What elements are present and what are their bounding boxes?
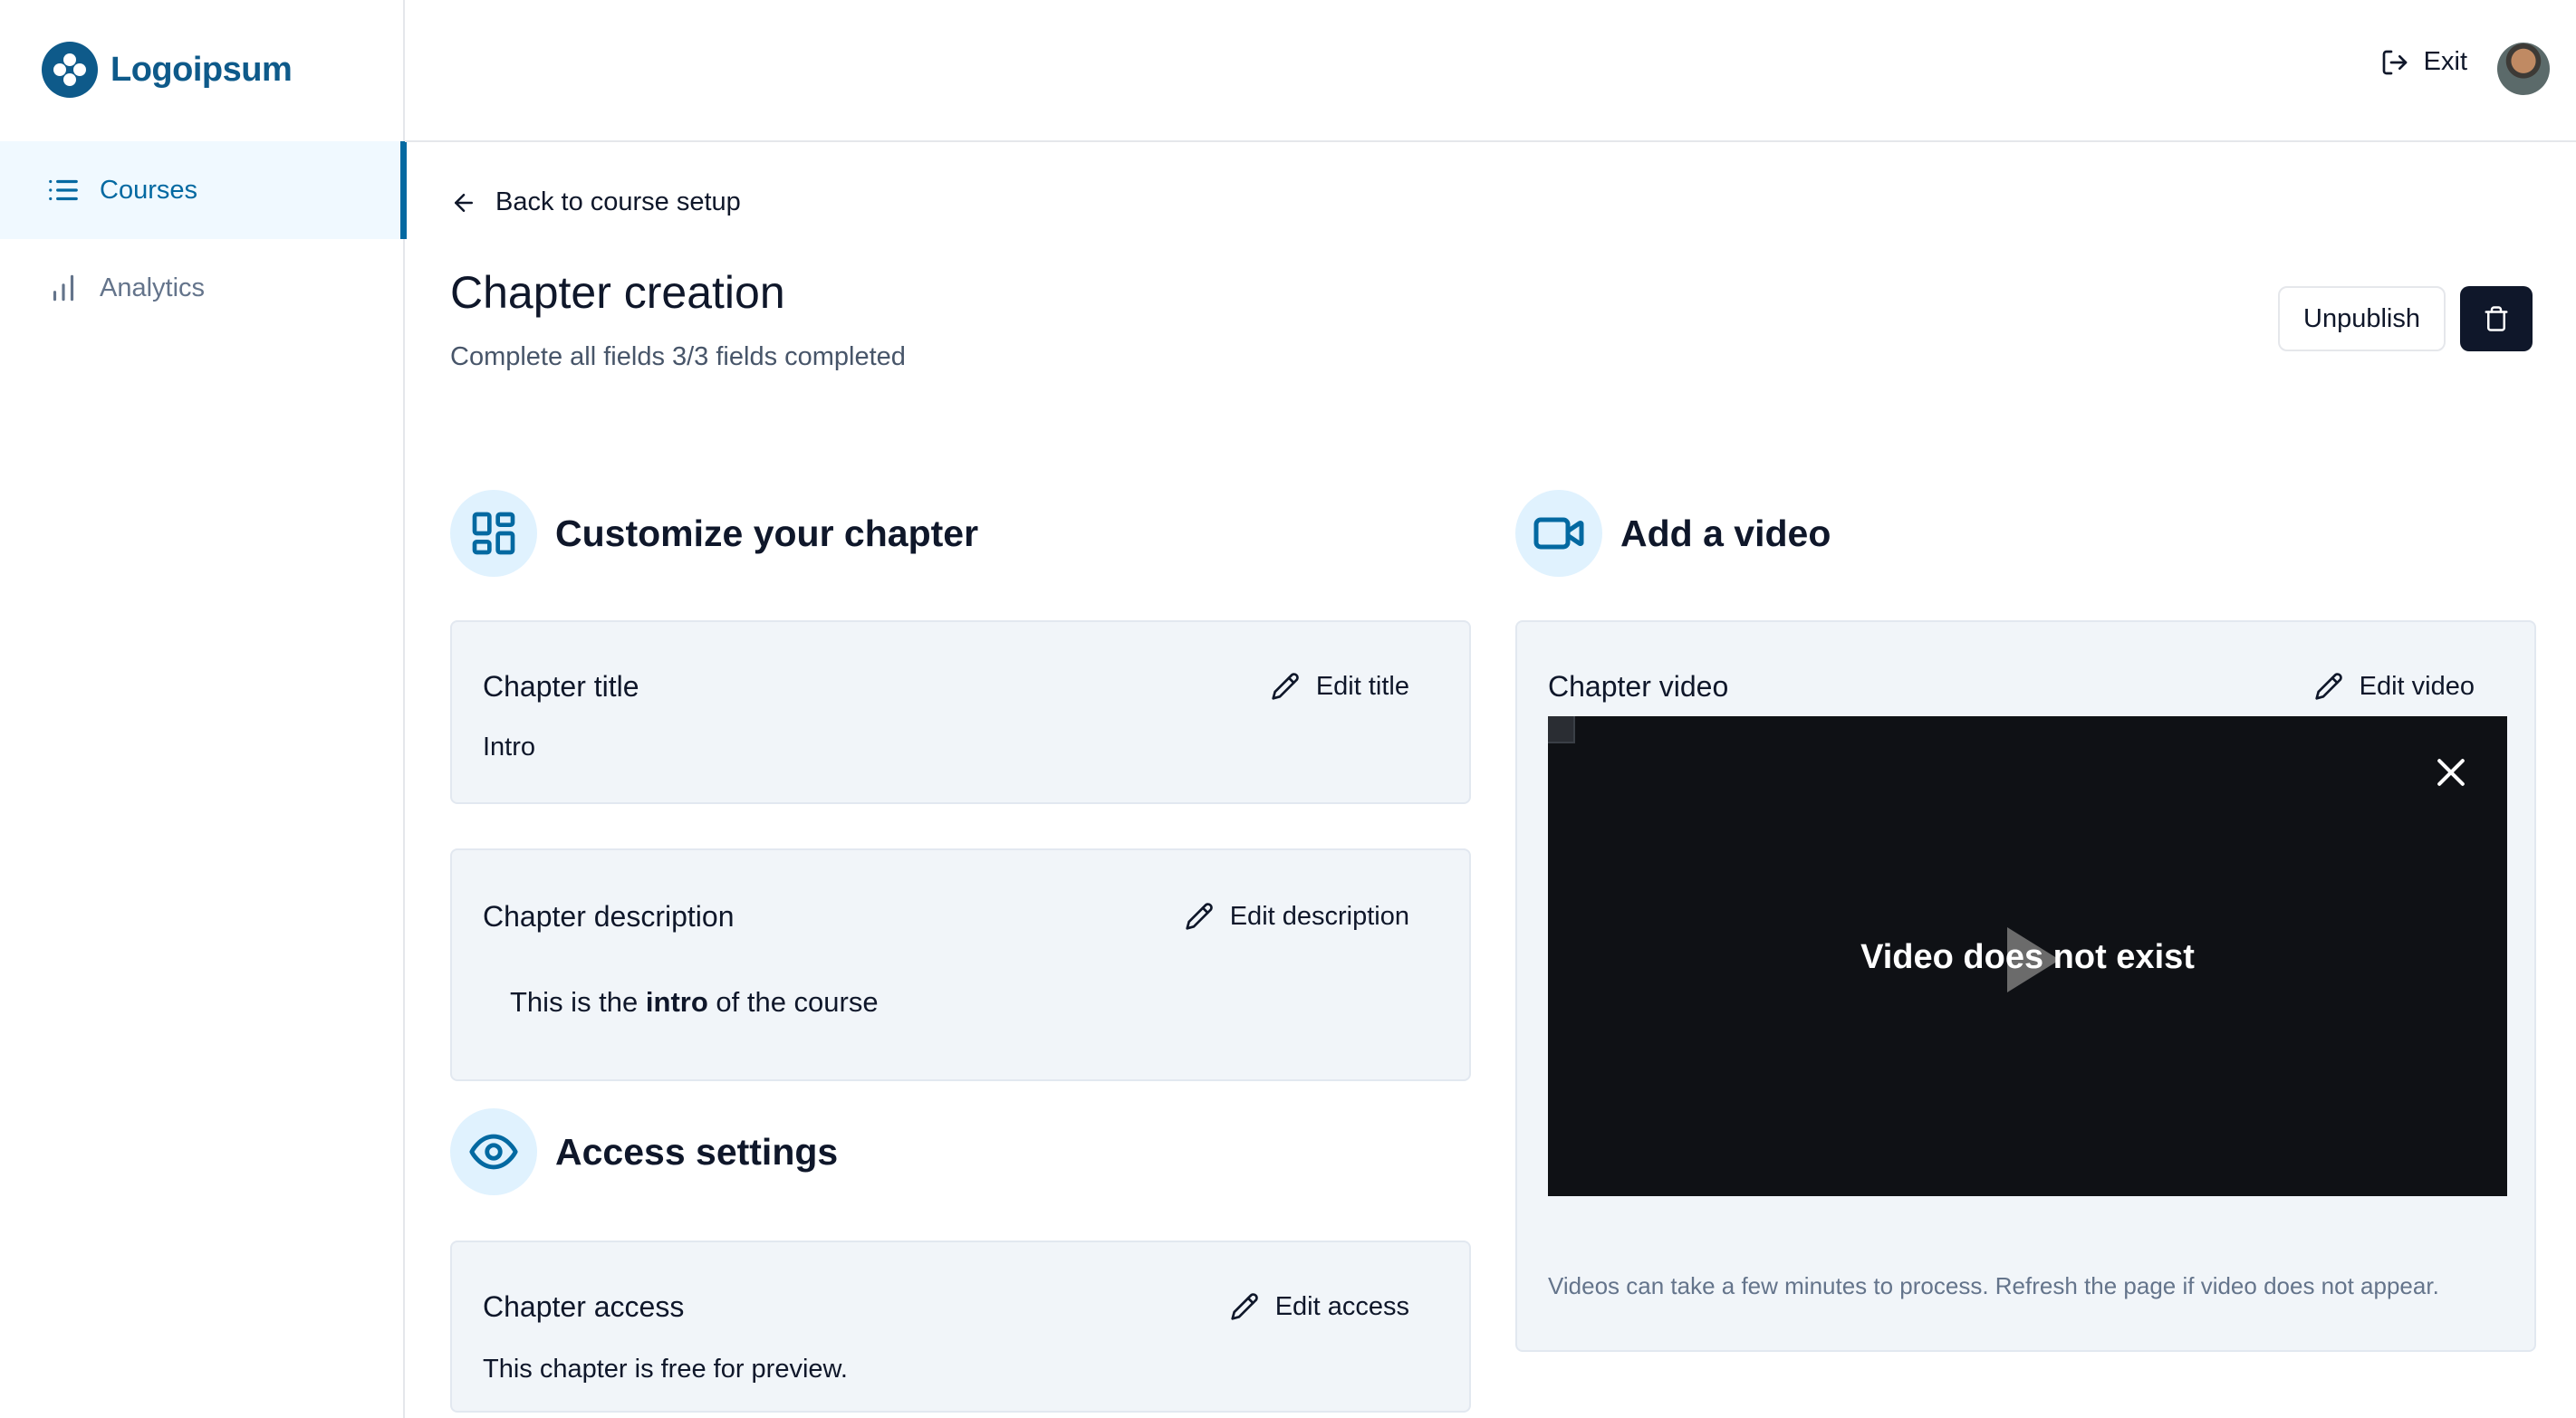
layout-dashboard-icon <box>450 490 537 577</box>
exit-label: Exit <box>2423 47 2467 76</box>
chapter-video-card: Chapter video Edit video Video does not … <box>1515 620 2536 1352</box>
back-label: Back to course setup <box>495 187 741 216</box>
edit-video-button[interactable]: Edit video <box>2314 672 2475 702</box>
card-header: Chapter description Edit description <box>483 894 1438 939</box>
chapter-description-card: Chapter description Edit description Thi… <box>450 848 1471 1081</box>
logo-icon <box>42 42 98 98</box>
back-to-course-setup-link[interactable]: Back to course setup <box>450 187 741 217</box>
edit-description-button[interactable]: Edit description <box>1185 902 1409 932</box>
sidebar-item-label: Courses <box>100 175 197 205</box>
unpublish-button[interactable]: Unpublish <box>2278 286 2446 351</box>
log-out-icon <box>2382 50 2407 74</box>
card-header: Chapter access Edit access <box>483 1284 1438 1329</box>
video-player[interactable]: Video does not exist <box>1548 716 2507 1196</box>
video-error-message: Video does not exist <box>1860 938 2195 976</box>
eye-icon <box>450 1108 537 1195</box>
video-section-header: Add a video <box>1515 490 2536 577</box>
bar-chart-icon <box>45 270 82 306</box>
chapter-description-value: This is the intro of the course <box>483 986 1438 1019</box>
completion-status: Complete all fields 3/3 fields completed <box>450 342 906 371</box>
card-title: Chapter description <box>483 899 735 933</box>
list-icon <box>45 172 82 208</box>
customize-column: Customize your chapter Chapter title Edi… <box>450 490 1471 1413</box>
card-title: Chapter access <box>483 1289 685 1323</box>
exit-button[interactable]: Exit <box>2380 47 2467 77</box>
close-icon[interactable] <box>2431 752 2471 792</box>
sidebar-item-label: Analytics <box>100 273 206 302</box>
header-actions: Unpublish <box>2278 286 2533 351</box>
edit-label: Edit title <box>1315 671 1409 701</box>
customize-section-header: Customize your chapter <box>450 490 1471 577</box>
access-section-header: Access settings <box>450 1108 1471 1195</box>
arrow-left-icon <box>455 193 473 212</box>
brand-logo[interactable]: Logoipsum <box>42 42 293 98</box>
edit-access-button[interactable]: Edit access <box>1230 1292 1409 1322</box>
sidebar-item-analytics[interactable]: Analytics <box>0 239 405 337</box>
top-bar: Exit <box>405 0 2576 142</box>
customize-section-title: Customize your chapter <box>555 512 979 554</box>
sidebar-item-courses[interactable]: Courses <box>0 141 407 239</box>
video-column: Add a video Chapter video Edit video Vid <box>1515 490 2536 1352</box>
video-section-title: Add a video <box>1620 512 1831 554</box>
chapter-title-card: Chapter title Edit title Intro <box>450 620 1471 804</box>
edit-title-button[interactable]: Edit title <box>1271 672 1409 702</box>
broken-image-icon <box>1548 716 1575 743</box>
description-bold-text: intro <box>645 986 708 1018</box>
avatar[interactable] <box>2497 43 2550 95</box>
chapter-title-value: Intro <box>483 733 536 762</box>
chapter-access-value: This chapter is free for preview. <box>483 1355 848 1384</box>
card-title: Chapter video <box>1548 669 1729 703</box>
pencil-icon <box>1186 903 1213 930</box>
sidebar: Logoipsum Courses Analytics <box>0 0 407 1418</box>
description-text: This is the <box>510 986 646 1018</box>
edit-label: Edit description <box>1229 901 1409 931</box>
app-root: Logoipsum Courses Analytics Exit Back to… <box>0 0 2576 1418</box>
card-header: Chapter title Edit title <box>483 664 1438 709</box>
card-header: Chapter video Edit video <box>1548 664 2504 709</box>
brand-name: Logoipsum <box>111 50 293 89</box>
access-section-title: Access settings <box>555 1130 839 1173</box>
sidebar-nav: Courses Analytics <box>0 141 407 337</box>
chapter-access-card: Chapter access Edit access This chapter … <box>450 1241 1471 1413</box>
video-processing-note: Videos can take a few minutes to process… <box>1548 1272 2439 1299</box>
edit-label: Edit access <box>1274 1291 1409 1321</box>
trash-icon <box>2485 306 2508 331</box>
page-title: Chapter creation <box>450 267 785 318</box>
pencil-icon <box>2314 673 2342 700</box>
pencil-icon <box>1231 1293 1258 1320</box>
pencil-icon <box>1272 673 1299 700</box>
delete-button[interactable] <box>2460 286 2533 351</box>
video-camera-icon <box>1515 490 1602 577</box>
description-text: of the course <box>707 986 879 1018</box>
card-title: Chapter title <box>483 669 639 703</box>
edit-label: Edit video <box>2359 671 2475 701</box>
